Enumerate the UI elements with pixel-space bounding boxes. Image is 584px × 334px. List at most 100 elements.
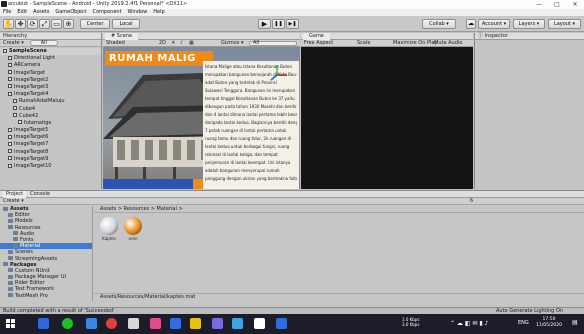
game-viewport[interactable]	[301, 47, 473, 189]
play-button[interactable]: ▶	[258, 19, 271, 29]
hierarchy-create-button[interactable]: Create ▾	[3, 40, 24, 47]
main-toolbar: ✋ ✥ ⟳ ⤢ ▭ ⊕ Center Local ▶ ❚❚ ▶❚ Collab …	[0, 16, 584, 32]
hierarchy-item[interactable]: ImageTarget7	[0, 141, 101, 148]
scene-viewport[interactable]: RUMAH MALIG Istana Malige atau Istana Ke…	[103, 47, 300, 189]
chrome-icon[interactable]	[106, 318, 117, 329]
layout-dropdown[interactable]: Layout ▾	[548, 19, 581, 29]
project-create-button[interactable]: Create ▾	[3, 198, 24, 204]
action-center-icon[interactable]: ▤	[572, 319, 578, 326]
close-button[interactable]: ✕	[566, 0, 584, 9]
app-icon-yellow[interactable]	[190, 318, 201, 329]
hierarchy-item[interactable]: ImageTarget10	[0, 163, 101, 170]
project-folder-label: Audio	[20, 230, 35, 237]
maximize-button[interactable]: □	[548, 0, 566, 9]
lighting-toggle-icon[interactable]: ☀	[171, 40, 175, 47]
gameobject-icon	[13, 113, 17, 118]
folder-icon	[8, 249, 13, 254]
gameobject-icon	[13, 106, 17, 110]
pause-button[interactable]: ❚❚	[272, 19, 285, 29]
pivot-space-button[interactable]: Local	[112, 19, 140, 29]
hierarchy-item[interactable]: ARCamera	[0, 62, 101, 69]
unity-hub-icon[interactable]	[128, 318, 139, 329]
app-icon-lightblue[interactable]	[232, 318, 243, 329]
shading-mode-dropdown[interactable]: Shaded	[106, 40, 125, 47]
inspector-tab[interactable]: ⓘ Inspector	[475, 33, 584, 40]
scale-tool-icon[interactable]: ⤢	[39, 19, 50, 29]
aspect-dropdown[interactable]: Free Aspect	[304, 40, 333, 47]
hierarchy-item[interactable]: Directional Light	[0, 55, 101, 62]
audio-toggle-icon[interactable]: ♪	[180, 40, 183, 47]
hierarchy-item[interactable]: ImageTarget9	[0, 156, 101, 163]
account-dropdown[interactable]: Account ▾	[478, 19, 510, 29]
hierarchy-toolbar: Create ▾ All	[0, 40, 101, 47]
project-folder-label: Scenes	[15, 249, 33, 256]
hierarchy-item[interactable]: ImageTarget3	[0, 84, 101, 91]
tab-scene[interactable]: # Scene	[105, 33, 139, 40]
photos-icon[interactable]	[86, 318, 97, 329]
menu-gameobject[interactable]: GameObject	[55, 9, 86, 16]
mute-audio-toggle[interactable]: Mute Audio	[434, 40, 462, 47]
hierarchy-item[interactable]: ImageTarget8	[0, 149, 101, 156]
gameobject-icon	[8, 127, 12, 132]
notification-icons[interactable]: ⌃ ☁ ◧ ✉ ▮ ♪	[450, 320, 488, 327]
hierarchy-item[interactable]: ImageTarget4	[0, 91, 101, 98]
hierarchy-item[interactable]: ImageTarget6	[0, 134, 101, 141]
menu-edit[interactable]: Edit	[17, 9, 27, 16]
gameobject-icon	[8, 84, 12, 89]
start-menu-icon[interactable]	[6, 318, 16, 329]
2d-toggle[interactable]: 2D	[159, 40, 166, 47]
transform-tool-icon[interactable]: ⊕	[63, 19, 74, 29]
project-folder-label: Custom NUnit	[15, 267, 50, 274]
tab-project[interactable]: Project	[3, 190, 27, 198]
hierarchy-item[interactable]: ImageTarget2	[0, 77, 101, 84]
step-button[interactable]: ▶❚	[286, 19, 299, 29]
project-folder-item[interactable]: TextMesh Pro	[0, 293, 92, 299]
cloud-icon[interactable]: ☁	[466, 19, 476, 29]
menu-assets[interactable]: Assets	[33, 9, 49, 16]
app-icon-pink[interactable]	[150, 318, 161, 329]
hierarchy-item[interactable]: futamatige	[0, 120, 101, 127]
hierarchy-item-label: futamatige	[24, 119, 52, 126]
menu-window[interactable]: Window	[128, 9, 148, 16]
rect-tool-icon[interactable]: ▭	[51, 19, 62, 29]
move-tool-icon[interactable]: ✥	[15, 19, 26, 29]
clock[interactable]: 17:50 11/05/2020	[536, 317, 562, 329]
hierarchy-item[interactable]: Cube42	[0, 113, 101, 120]
maximize-on-play-toggle[interactable]: Maximize On Play	[393, 40, 437, 47]
hierarchy-search-input[interactable]: All	[29, 40, 58, 46]
hierarchy-item[interactable]: RumahAdatMaluju	[0, 98, 101, 105]
hierarchy-item[interactable]: Cube4	[0, 106, 101, 113]
game-toolbar: Free Aspect Scale Maximize On Play Mute …	[301, 40, 473, 47]
material-asset[interactable]: oren	[122, 217, 144, 242]
scene-search-input[interactable]: All	[249, 41, 297, 46]
rotate-tool-icon[interactable]: ⟳	[27, 19, 38, 29]
menu-help[interactable]: Help	[153, 9, 164, 16]
layers-dropdown[interactable]: Layers ▾	[513, 19, 545, 29]
language-indicator[interactable]: ENG	[518, 320, 529, 326]
collab-dropdown[interactable]: Collab ▾	[422, 19, 456, 29]
gizmos-dropdown[interactable]: Gizmos ▾	[221, 40, 244, 47]
unity-editor-icon[interactable]	[254, 318, 265, 329]
hierarchy-item[interactable]: SampleScene	[0, 48, 101, 56]
hierarchy-item[interactable]: ImageTarget5	[0, 127, 101, 134]
project-folder-label: Assets	[10, 206, 29, 212]
tab-game[interactable]: Game	[303, 33, 330, 40]
menu-component[interactable]: Component	[93, 9, 122, 16]
material-asset[interactable]: Kaptes	[98, 217, 120, 242]
hand-tool-icon[interactable]: ✋	[3, 19, 14, 29]
menu-file[interactable]: File	[3, 9, 11, 16]
tab-console[interactable]: Console	[30, 191, 50, 198]
word-icon[interactable]	[276, 318, 287, 329]
app-icon-purple[interactable]	[212, 318, 223, 329]
pivot-center-button[interactable]: Center	[80, 19, 110, 29]
app-icon-blue[interactable]	[170, 318, 181, 329]
material-sphere-icon	[100, 217, 118, 235]
hierarchy-item[interactable]: ImageTarget	[0, 70, 101, 77]
breadcrumb[interactable]: Assets > Resources > Material >	[94, 206, 584, 213]
project-panel: Project Console Create ▾ 6 Assets Editor M…	[0, 190, 584, 307]
spotify-icon[interactable]	[62, 318, 73, 329]
effects-toggle-icon[interactable]: ▦	[189, 40, 194, 47]
file-explorer-icon[interactable]	[38, 318, 49, 329]
minimize-button[interactable]: —	[530, 0, 548, 9]
scale-slider[interactable]: Scale	[357, 40, 370, 47]
